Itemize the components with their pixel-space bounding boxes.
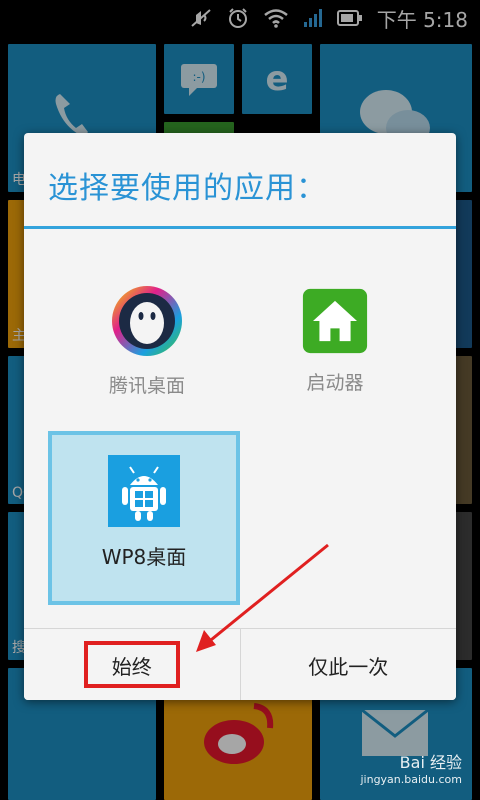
app-chooser-dialog: 选择要使用的应用： 腾讯桌面 启动器 WP8桌面 始终 仅此一次 <box>24 133 456 700</box>
watermark-brand: Bai 经验 <box>399 753 462 772</box>
app-name-launcher: 启动器 <box>306 372 364 394</box>
app-name-wp8: WP8桌面 <box>101 545 187 569</box>
watermark: Bai 经验 jingyan.baidu.com <box>360 749 462 786</box>
wp8-android-icon <box>108 455 180 527</box>
app-option-tencent[interactable]: 腾讯桌面 <box>54 259 240 429</box>
annotation-highlight-box <box>84 641 180 688</box>
title-divider <box>24 226 456 229</box>
app-option-launcher[interactable]: 启动器 <box>242 259 428 429</box>
just-once-button[interactable]: 仅此一次 <box>239 629 456 700</box>
tencent-qq-launcher-icon <box>112 286 182 356</box>
app-option-wp8[interactable]: WP8桌面 <box>48 431 240 605</box>
dialog-title: 选择要使用的应用： <box>48 171 327 206</box>
home-launcher-icon <box>302 288 368 354</box>
app-name-tencent: 腾讯桌面 <box>108 375 185 397</box>
watermark-url: jingyan.baidu.com <box>360 773 462 786</box>
